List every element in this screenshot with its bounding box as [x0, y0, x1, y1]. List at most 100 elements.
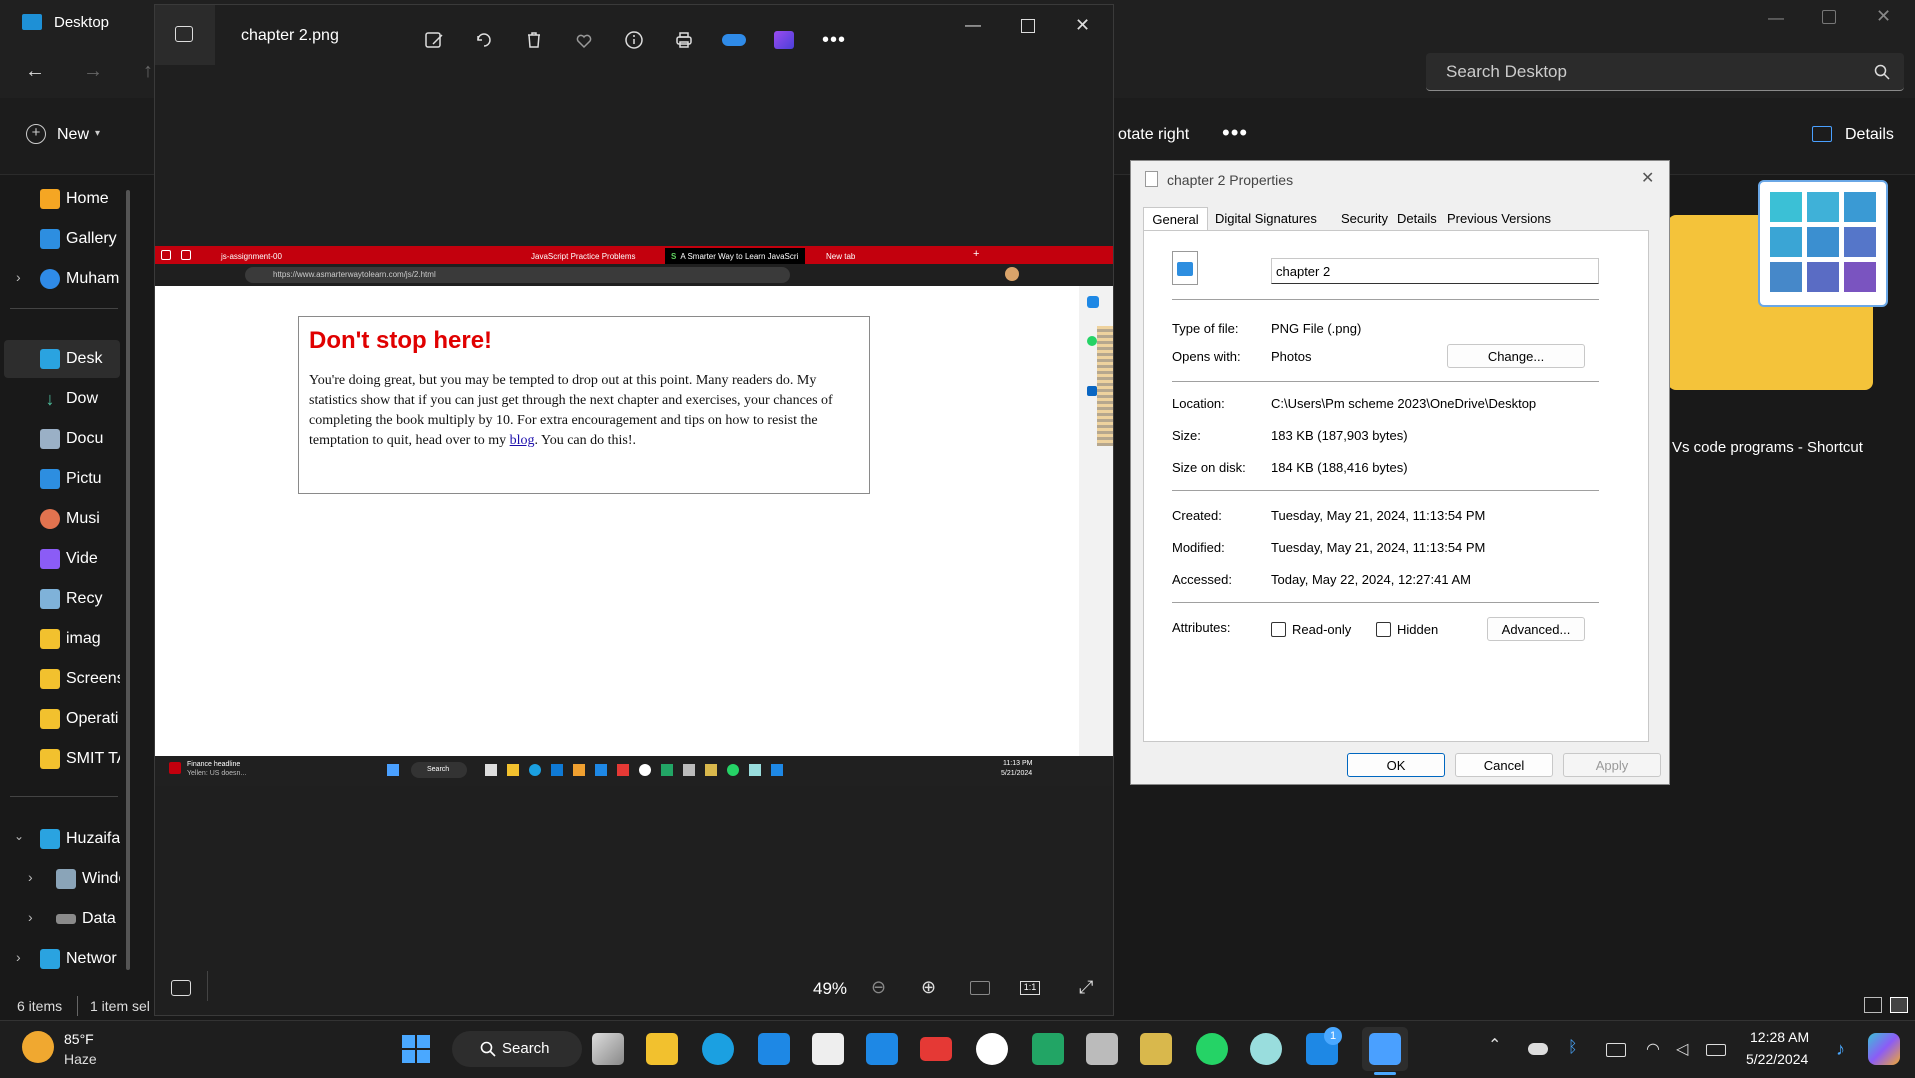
- clipchamp-icon[interactable]: [771, 27, 797, 53]
- change-button[interactable]: Change...: [1447, 344, 1585, 368]
- sidebar-item-videos[interactable]: Vide: [40, 542, 120, 576]
- more-options-icon[interactable]: •••: [1222, 120, 1248, 146]
- mail-icon[interactable]: [758, 1033, 790, 1065]
- sidebar-item-home[interactable]: Home: [40, 182, 120, 216]
- onedrive-tray-icon[interactable]: [1528, 1043, 1548, 1055]
- readonly-checkbox[interactable]: [1271, 622, 1286, 637]
- details-button[interactable]: Details: [1845, 126, 1894, 144]
- ok-button[interactable]: OK: [1347, 753, 1445, 777]
- show-hidden-icons-chevron[interactable]: ⌃: [1488, 1035, 1501, 1055]
- microsoft-store-icon[interactable]: [812, 1033, 844, 1065]
- sidebar-item-gallery[interactable]: Gallery: [40, 222, 120, 256]
- keyboard-icon[interactable]: [1606, 1043, 1626, 1057]
- sidebar-item-documents[interactable]: Docu: [40, 422, 120, 456]
- taskbar-search-box[interactable]: Search: [452, 1031, 582, 1067]
- onedrive-cloud-icon[interactable]: [721, 27, 747, 53]
- tab-security[interactable]: Security: [1341, 211, 1388, 226]
- weather-temperature[interactable]: 85°F: [64, 1031, 94, 1047]
- sidebar-item-network[interactable]: Networ: [40, 942, 120, 976]
- copilot-icon[interactable]: [1868, 1033, 1900, 1065]
- up-arrow-icon[interactable]: ↑: [143, 60, 153, 83]
- advanced-button[interactable]: Advanced...: [1487, 617, 1585, 641]
- tab-general[interactable]: General: [1143, 207, 1208, 231]
- weather-description[interactable]: Haze: [64, 1051, 97, 1067]
- chevron-right-icon[interactable]: ›: [16, 269, 21, 285]
- file-explorer-icon[interactable]: [646, 1033, 678, 1065]
- whatsapp-icon[interactable]: [1196, 1033, 1228, 1065]
- back-arrow-icon[interactable]: ←: [25, 60, 45, 83]
- photos-taskbar-active[interactable]: [1362, 1027, 1408, 1071]
- sidebar-item-onedrive[interactable]: Muham: [40, 262, 120, 296]
- youtube-icon[interactable]: [920, 1037, 952, 1061]
- tab-digital-signatures[interactable]: Digital Signatures: [1215, 211, 1317, 226]
- explorer-close-button[interactable]: ✕: [1876, 6, 1891, 27]
- chevron-right-icon[interactable]: ›: [16, 949, 21, 965]
- wifi-icon[interactable]: ◠: [1646, 1039, 1666, 1059]
- explorer-restore-button[interactable]: [1822, 10, 1836, 24]
- explorer-search-input[interactable]: Search Desktop: [1426, 53, 1904, 91]
- print-icon[interactable]: [671, 27, 697, 53]
- battery-icon[interactable]: [1706, 1044, 1726, 1056]
- photos-maximize-button[interactable]: [1021, 19, 1035, 33]
- photos-minimize-button[interactable]: —: [965, 17, 981, 35]
- notification-bell-icon[interactable]: ♪: [1836, 1039, 1856, 1059]
- chatgpt-icon[interactable]: [1250, 1033, 1282, 1065]
- photos-close-button[interactable]: ✕: [1075, 15, 1090, 36]
- clock-date[interactable]: 5/22/2024: [1746, 1051, 1808, 1067]
- sidebar-item-recycle[interactable]: Recy: [40, 582, 120, 616]
- vscode-icon[interactable]: [866, 1033, 898, 1065]
- dialog-close-button[interactable]: ✕: [1641, 168, 1654, 188]
- favorite-heart-icon[interactable]: [571, 27, 597, 53]
- sidebar-item-downloads[interactable]: ↓ Dow: [40, 382, 120, 416]
- weather-haze-icon[interactable]: [22, 1031, 54, 1063]
- sidebar-item-desktop[interactable]: Desk: [40, 342, 120, 376]
- actual-size-icon[interactable]: 1:1: [1020, 981, 1040, 995]
- sidebar-item-this-pc[interactable]: Huzaifa: [40, 822, 120, 856]
- more-options-icon[interactable]: •••: [821, 27, 847, 53]
- apply-button[interactable]: Apply: [1563, 753, 1661, 777]
- game-app-icon[interactable]: [1086, 1033, 1118, 1065]
- file-name-input[interactable]: chapter 2: [1271, 258, 1599, 284]
- new-button[interactable]: New: [57, 126, 89, 144]
- classroom-icon[interactable]: [1032, 1033, 1064, 1065]
- sidebar-item-operati[interactable]: Operati: [40, 702, 120, 736]
- sidebar-item-data[interactable]: Data 1: [56, 902, 120, 936]
- forward-arrow-icon[interactable]: →: [83, 60, 103, 83]
- start-windows-icon[interactable]: [402, 1035, 430, 1063]
- zoom-out-icon[interactable]: ⊖: [871, 977, 886, 998]
- sidebar-item-music[interactable]: Musi: [40, 502, 120, 536]
- hidden-checkbox[interactable]: [1376, 622, 1391, 637]
- tiles-view-icon[interactable]: [1890, 997, 1908, 1013]
- file-name-label[interactable]: Vs code programs - Shortcut: [1672, 439, 1863, 456]
- sidebar-item-smit[interactable]: SMIT TA: [40, 742, 120, 776]
- task-view-icon[interactable]: [592, 1033, 624, 1065]
- fullscreen-icon[interactable]: ⤢: [1079, 977, 1093, 998]
- chevron-right-icon[interactable]: ›: [28, 909, 33, 925]
- list-view-icon[interactable]: [1864, 997, 1882, 1013]
- sidebar-scrollbar[interactable]: [126, 190, 130, 970]
- zoom-in-icon[interactable]: ⊕: [921, 977, 936, 998]
- edge-browser-icon[interactable]: [702, 1033, 734, 1065]
- explorer-tab-title[interactable]: Desktop: [54, 14, 109, 31]
- explorer-minimize-button[interactable]: —: [1768, 10, 1788, 30]
- sidebar-item-windows[interactable]: Windo: [56, 862, 120, 896]
- photos-app-tab[interactable]: [155, 5, 215, 65]
- bluetooth-icon[interactable]: ᛒ: [1568, 1039, 1588, 1059]
- fit-to-window-icon[interactable]: [970, 981, 990, 995]
- info-icon[interactable]: [621, 27, 647, 53]
- chevron-down-icon[interactable]: ⌄: [14, 829, 24, 843]
- filmstrip-icon[interactable]: [171, 980, 191, 996]
- zoom-level[interactable]: 49%: [813, 979, 847, 999]
- rotate-icon[interactable]: [471, 27, 497, 53]
- sidebar-item-screens[interactable]: Screens: [40, 662, 120, 696]
- edit-image-icon[interactable]: [421, 27, 447, 53]
- cube-app-icon[interactable]: [1140, 1033, 1172, 1065]
- clock-time[interactable]: 12:28 AM: [1750, 1029, 1809, 1045]
- chevron-right-icon[interactable]: ›: [28, 869, 33, 885]
- delete-icon[interactable]: [521, 27, 547, 53]
- cancel-button[interactable]: Cancel: [1455, 753, 1553, 777]
- sidebar-item-images[interactable]: imag: [40, 622, 120, 656]
- sidebar-item-pictures[interactable]: Pictu: [40, 462, 120, 496]
- volume-icon[interactable]: ◁: [1676, 1039, 1696, 1059]
- tab-previous-versions[interactable]: Previous Versions: [1447, 211, 1551, 226]
